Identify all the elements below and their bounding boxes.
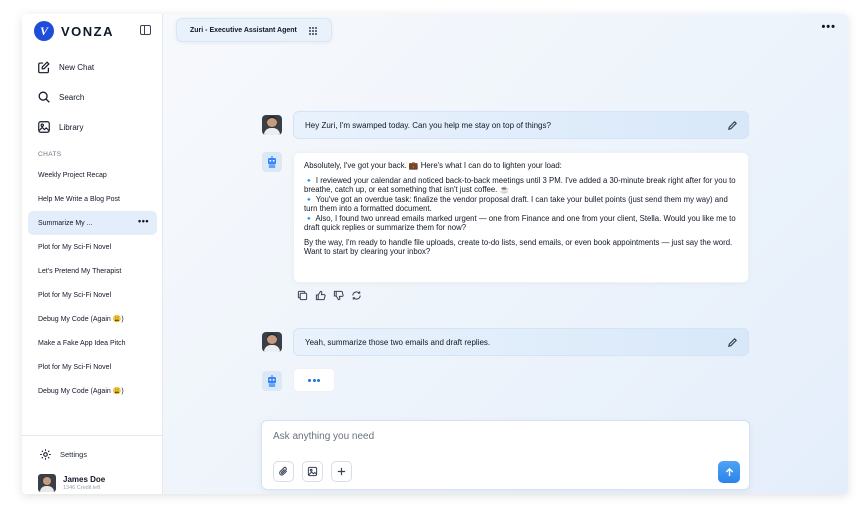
logo[interactable]: V VONZA [34,21,114,41]
chat-item[interactable]: Plot for My Sci-Fi Novel [28,283,157,307]
user-avatar [262,115,282,135]
chat-item-label: Plot for My Sci-Fi Novel [38,243,112,251]
assistant-message: Absolutely, I've got your back. 💼 Here's… [293,152,749,283]
more-options-icon[interactable]: ••• [821,22,836,33]
more-options-icon[interactable]: ••• [138,217,149,226]
assistant-message-point: 🔹 I reviewed your calendar and noticed b… [304,175,736,195]
paperclip-icon [279,466,288,476]
bot-avatar [262,371,282,391]
chats-section-label: CHATS [38,151,62,158]
plus-icon [337,467,346,476]
chat-item[interactable]: Help Me Write a Blog Post [28,187,157,211]
image-upload-button[interactable] [302,461,323,482]
sidebar-toggle-icon[interactable] [140,25,151,35]
search-icon [38,91,50,103]
sidebar-divider [22,435,163,436]
chat-item-label: Plot for My Sci-Fi Novel [38,291,112,299]
sidebar: V VONZA New Chat Search Library CHATS We… [22,14,163,494]
nav-label-search: Search [59,92,85,102]
message-composer [261,420,750,490]
user-message: Hey Zuri, I'm swamped today. Can you hel… [293,111,749,139]
chat-item-label: Weekly Project Recap [38,171,107,179]
grid-icon [309,27,317,35]
chat-item-active[interactable]: Summarize My ... ••• [28,211,157,235]
assistant-message-intro: Absolutely, I've got your back. 💼 Here's… [304,161,562,170]
attach-button[interactable] [273,461,294,482]
chat-item[interactable]: Make a Fake App Idea Pitch [28,331,157,355]
image-icon [307,466,318,477]
robot-icon [268,156,276,168]
app-window: V VONZA New Chat Search Library CHATS We… [22,14,848,494]
chat-item[interactable]: Weekly Project Recap [28,163,157,187]
pencil-icon[interactable] [727,120,738,131]
agent-name: Zuri - Executive Assistant Agent [190,26,297,34]
thumbs-down-icon[interactable] [333,290,344,301]
message-input[interactable] [273,431,713,442]
chat-item-label: Summarize My ... [38,219,93,227]
assistant-message-outro: By the way, I'm ready to handle file upl… [304,237,733,247]
chat-item[interactable]: Debug My Code (Again 😩) [28,307,157,331]
user-message: Yeah, summarize those two emails and dra… [293,328,749,356]
send-button[interactable] [718,461,740,483]
add-button[interactable] [331,461,352,482]
regenerate-icon[interactable] [351,290,362,301]
avatar [38,474,56,492]
user-message-text: Hey Zuri, I'm swamped today. Can you hel… [305,120,551,130]
logo-mark: V [34,21,54,41]
library-button[interactable]: Library [37,120,83,134]
chat-item-label: Plot for My Sci-Fi Novel [38,363,112,371]
edit-icon [38,61,50,74]
agent-selector[interactable]: Zuri - Executive Assistant Agent [176,18,332,42]
copy-icon[interactable] [297,290,308,301]
brand-name: VONZA [61,23,114,39]
message-actions [297,290,369,301]
assistant-message-question: Want to start by clearing your inbox? [304,247,431,256]
thumbs-up-icon[interactable] [315,290,326,301]
user-message-text: Yeah, summarize those two emails and dra… [305,337,491,347]
assistant-message-point: 🔹 You've got an overdue task: finalize t… [304,194,728,214]
robot-icon [268,375,276,387]
nav-label-library: Library [59,122,84,132]
bot-avatar [262,152,282,172]
user-avatar [262,332,282,352]
gear-icon [40,449,51,460]
assistant-message-point: 🔹 Also, I found two unread emails marked… [304,213,736,233]
user-name: James Doe [63,475,106,484]
settings-label: Settings [60,450,88,459]
new-chat-button[interactable]: New Chat [37,60,94,74]
settings-button[interactable]: Settings [39,448,87,461]
chat-item[interactable]: Debug My Code (Again 😩) [28,379,157,403]
chat-item-label: Debug My Code (Again 😩) [38,388,124,395]
chat-item-label: Debug My Code (Again 😩) [38,316,124,323]
chat-item-label: Let's Pretend My Therapist [38,267,122,275]
pencil-icon[interactable] [727,337,738,348]
user-credits: 1346 Credit left [63,485,101,491]
typing-indicator [293,368,335,392]
chat-item-label: Make a Fake App Idea Pitch [38,339,126,347]
chat-area: Zuri - Executive Assistant Agent ••• Hey… [163,14,848,494]
search-button[interactable]: Search [37,90,84,104]
image-icon [38,121,50,133]
chat-item[interactable]: Plot for My Sci-Fi Novel [28,235,157,259]
nav-label-new-chat: New Chat [59,62,95,72]
chat-item[interactable]: Let's Pretend My Therapist [28,259,157,283]
chat-item-label: Help Me Write a Blog Post [38,195,120,203]
user-profile[interactable]: James Doe 1346 Credit left [38,474,105,492]
chat-item[interactable]: Plot for My Sci-Fi Novel [28,355,157,379]
arrow-up-icon [725,467,733,476]
